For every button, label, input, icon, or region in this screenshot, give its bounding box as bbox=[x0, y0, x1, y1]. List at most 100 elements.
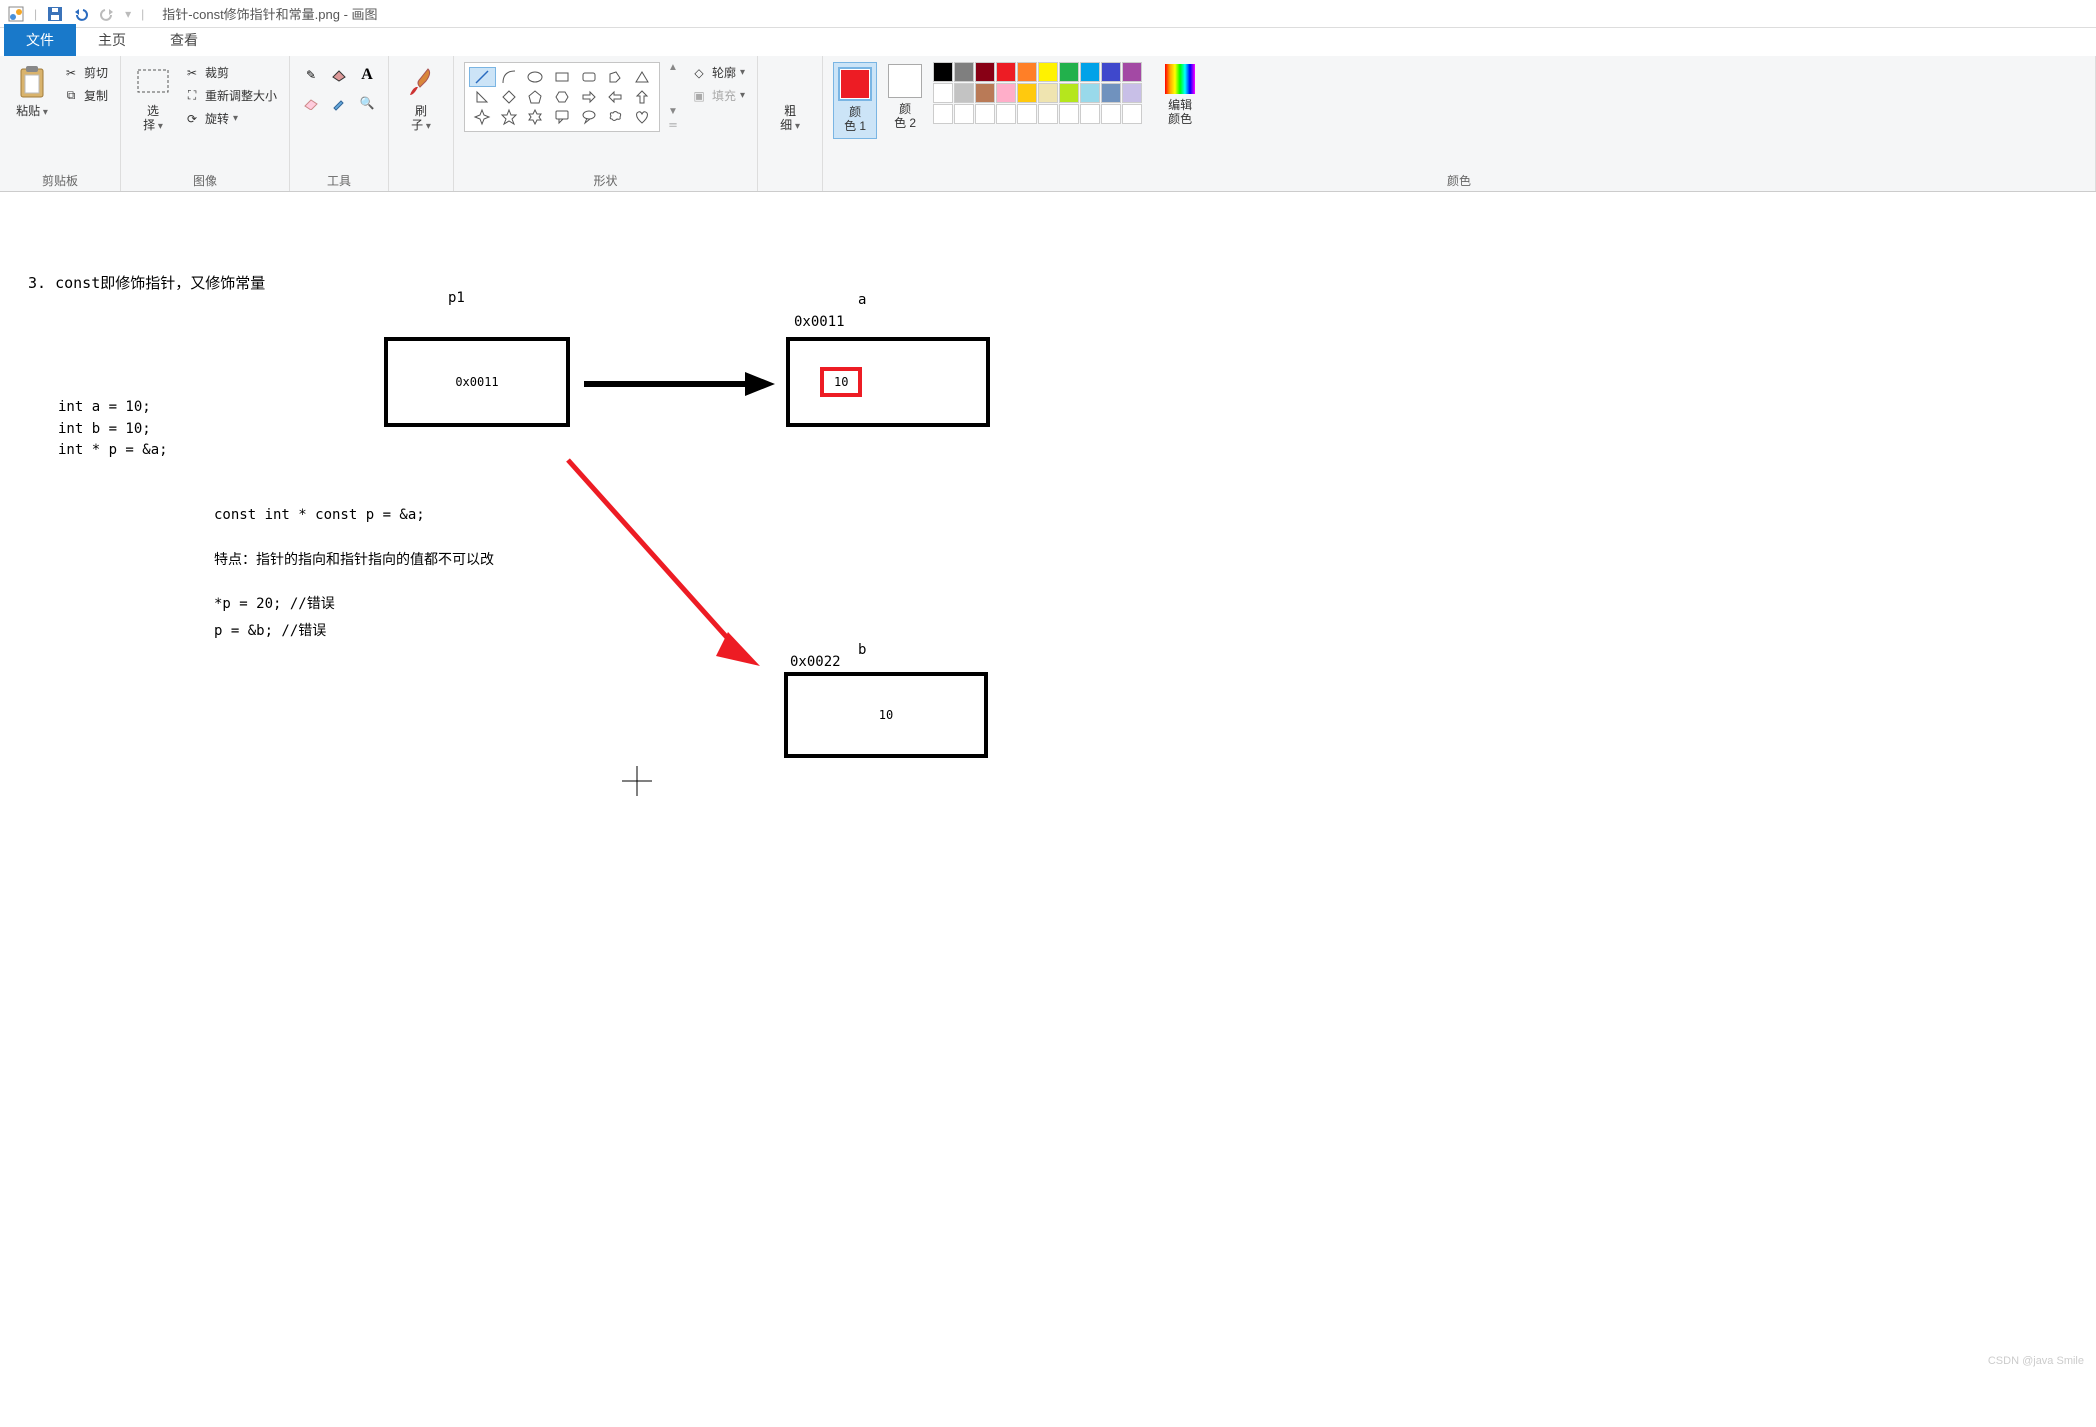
shape-rect[interactable] bbox=[549, 67, 576, 87]
palette-swatch[interactable] bbox=[975, 62, 995, 82]
picker-icon[interactable] bbox=[328, 90, 350, 116]
tab-view[interactable]: 查看 bbox=[148, 24, 220, 56]
palette-swatch[interactable] bbox=[1059, 104, 1079, 124]
palette-swatch[interactable] bbox=[1080, 83, 1100, 103]
shape-triangle[interactable] bbox=[628, 67, 655, 87]
red-highlight: 10 bbox=[820, 367, 862, 397]
shape-arrow-left[interactable] bbox=[602, 87, 629, 107]
palette-swatch[interactable] bbox=[1038, 83, 1058, 103]
palette-swatch[interactable] bbox=[1080, 62, 1100, 82]
copy-icon: ⧉ bbox=[62, 88, 80, 103]
outline-button[interactable]: ◇轮廓 bbox=[688, 62, 747, 83]
arrow-black bbox=[580, 364, 780, 404]
crop-button[interactable]: ✂裁剪 bbox=[181, 62, 279, 83]
stroke-button[interactable]: 粗 细 bbox=[768, 62, 812, 135]
copy-button[interactable]: ⧉复制 bbox=[60, 85, 110, 106]
shape-diamond[interactable] bbox=[496, 87, 523, 107]
window-title: 指针-const修饰指针和常量.png - 画图 bbox=[162, 4, 377, 23]
fill-icon[interactable] bbox=[328, 62, 350, 88]
shape-callout-rect[interactable] bbox=[549, 107, 576, 127]
shape-arrow-up[interactable] bbox=[628, 87, 655, 107]
shape-hexagon[interactable] bbox=[549, 87, 576, 107]
palette-swatch[interactable] bbox=[975, 83, 995, 103]
color1-swatch bbox=[838, 67, 872, 101]
group-tools: ✎ A 🔍 工具 bbox=[290, 56, 389, 191]
palette-swatch[interactable] bbox=[996, 62, 1016, 82]
palette-swatch[interactable] bbox=[1122, 62, 1142, 82]
palette-swatch[interactable] bbox=[1101, 83, 1121, 103]
group-shapes: ▲ ▼ ＝ ◇轮廓 ▣填充 形状 bbox=[454, 56, 758, 191]
group-clipboard: 粘贴 ✂剪切 ⧉复制 剪贴板 bbox=[0, 56, 121, 191]
palette-swatch[interactable] bbox=[933, 83, 953, 103]
shape-star4[interactable] bbox=[469, 107, 496, 127]
label-b: b bbox=[858, 642, 866, 658]
shape-rtriangle[interactable] bbox=[469, 87, 496, 107]
palette-swatch[interactable] bbox=[1017, 104, 1037, 124]
palette-swatch[interactable] bbox=[1059, 83, 1079, 103]
tab-home[interactable]: 主页 bbox=[76, 24, 148, 56]
canvas[interactable]: 3. const即修饰指针，又修饰常量 int a = 10; int b = … bbox=[0, 192, 2096, 1427]
tab-file[interactable]: 文件 bbox=[4, 24, 76, 56]
gallery-expand[interactable]: ＝ bbox=[668, 117, 678, 132]
palette-swatch[interactable] bbox=[954, 104, 974, 124]
palette-swatch[interactable] bbox=[975, 104, 995, 124]
shape-curve[interactable] bbox=[496, 67, 523, 87]
shape-callout-oval[interactable] bbox=[575, 107, 602, 127]
color-palette[interactable] bbox=[933, 62, 1142, 124]
gallery-scroll-down[interactable]: ▼ bbox=[668, 106, 678, 117]
text-icon[interactable]: A bbox=[356, 62, 378, 88]
undo-icon[interactable] bbox=[69, 3, 93, 25]
shape-star6[interactable] bbox=[522, 107, 549, 127]
color2-button[interactable]: 颜 色 2 bbox=[883, 62, 927, 133]
rotate-button[interactable]: ⟳旋转 bbox=[181, 108, 279, 129]
palette-swatch[interactable] bbox=[1059, 62, 1079, 82]
palette-swatch[interactable] bbox=[1122, 104, 1142, 124]
shape-polygon[interactable] bbox=[602, 67, 629, 87]
palette-swatch[interactable] bbox=[954, 83, 974, 103]
group-brush: 刷 子 bbox=[389, 56, 454, 191]
palette-swatch[interactable] bbox=[1038, 104, 1058, 124]
shape-pentagon[interactable] bbox=[522, 87, 549, 107]
palette-swatch[interactable] bbox=[1122, 83, 1142, 103]
palette-swatch[interactable] bbox=[1038, 62, 1058, 82]
cut-button[interactable]: ✂剪切 bbox=[60, 62, 110, 83]
eraser-icon[interactable] bbox=[300, 90, 322, 116]
group-stroke: 粗 细 bbox=[758, 56, 823, 191]
shape-callout-cloud[interactable] bbox=[602, 107, 629, 127]
palette-swatch[interactable] bbox=[996, 104, 1016, 124]
palette-swatch[interactable] bbox=[933, 62, 953, 82]
shapes-gallery[interactable] bbox=[464, 62, 660, 132]
color1-button[interactable]: 颜 色 1 bbox=[833, 62, 877, 139]
zoom-icon[interactable]: 🔍 bbox=[356, 90, 378, 116]
redo-icon[interactable] bbox=[95, 3, 119, 25]
crop-icon: ✂ bbox=[183, 66, 201, 80]
scissors-icon: ✂ bbox=[62, 66, 80, 80]
save-icon[interactable] bbox=[43, 3, 67, 25]
ribbon-tabs: 文件 主页 查看 bbox=[0, 28, 2096, 56]
palette-swatch[interactable] bbox=[996, 83, 1016, 103]
select-button[interactable]: 选 择 bbox=[131, 62, 175, 135]
palette-swatch[interactable] bbox=[954, 62, 974, 82]
paste-button[interactable]: 粘贴 bbox=[10, 62, 54, 121]
palette-swatch[interactable] bbox=[933, 104, 953, 124]
shape-star5[interactable] bbox=[496, 107, 523, 127]
arrow-red bbox=[560, 452, 780, 682]
mem-box-b: 10 bbox=[784, 672, 988, 758]
palette-swatch[interactable] bbox=[1101, 104, 1121, 124]
shape-line[interactable] bbox=[469, 67, 496, 87]
resize-button[interactable]: ⛶重新调整大小 bbox=[181, 85, 279, 106]
shape-arrow-right[interactable] bbox=[575, 87, 602, 107]
shape-heart[interactable] bbox=[628, 107, 655, 127]
gallery-scroll-up[interactable]: ▲ bbox=[668, 62, 678, 73]
title-bar: | ▾ | 指针-const修饰指针和常量.png - 画图 bbox=[0, 0, 2096, 28]
palette-swatch[interactable] bbox=[1017, 62, 1037, 82]
palette-swatch[interactable] bbox=[1080, 104, 1100, 124]
shape-oval[interactable] bbox=[522, 67, 549, 87]
pencil-icon[interactable]: ✎ bbox=[300, 62, 322, 88]
palette-swatch[interactable] bbox=[1017, 83, 1037, 103]
palette-swatch[interactable] bbox=[1101, 62, 1121, 82]
edit-colors-button[interactable]: 编辑 颜色 bbox=[1158, 62, 1202, 129]
fill-button[interactable]: ▣填充 bbox=[688, 85, 747, 106]
brush-button[interactable]: 刷 子 bbox=[399, 62, 443, 135]
shape-roundrect[interactable] bbox=[575, 67, 602, 87]
